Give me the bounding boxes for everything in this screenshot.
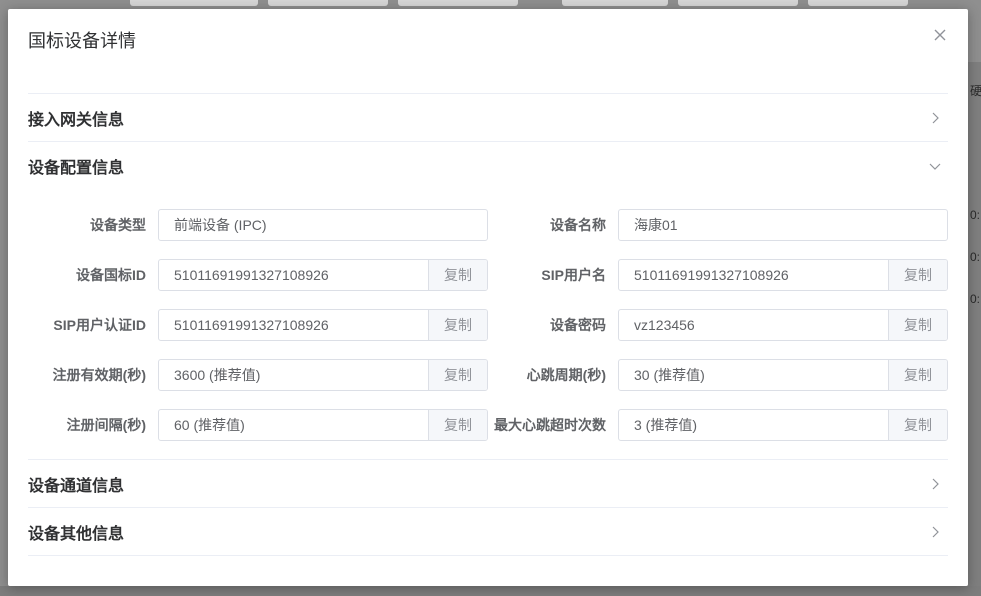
- chevron-down-icon: [929, 163, 941, 170]
- copy-sip-auth-id-button[interactable]: 复制: [428, 310, 487, 340]
- sip-user-input-wrap: 复制: [618, 259, 948, 291]
- gb-id-input-wrap: 复制: [158, 259, 488, 291]
- reg-expiry-input[interactable]: [159, 360, 428, 390]
- section-other-title: 设备其他信息: [28, 525, 125, 543]
- field-device-type: 设备类型: [28, 209, 488, 241]
- section-other: 设备其他信息: [28, 507, 948, 556]
- section-gateway-header[interactable]: 接入网关信息: [28, 94, 948, 141]
- device-type-input[interactable]: [159, 210, 487, 240]
- field-gb-id: 设备国标ID 复制: [28, 259, 488, 291]
- heartbeat-input[interactable]: [619, 360, 888, 390]
- section-gateway: 接入网关信息: [28, 93, 948, 141]
- copy-gb-id-button[interactable]: 复制: [428, 260, 487, 290]
- field-password: 设备密码 复制: [488, 309, 948, 341]
- bg-toolbar-segment: [130, 0, 258, 6]
- copy-reg-interval-button[interactable]: 复制: [428, 410, 487, 440]
- device-name-input[interactable]: [619, 210, 947, 240]
- section-channel: 设备通道信息: [28, 459, 948, 507]
- device-name-input-wrap: [618, 209, 948, 241]
- field-label: 设备名称: [550, 217, 606, 233]
- chevron-right-icon: [932, 526, 939, 537]
- field-label: SIP用户名: [541, 267, 606, 283]
- bg-table-header-text: 硬: [970, 84, 981, 98]
- field-device-name: 设备名称: [488, 209, 948, 241]
- bg-table-cell-text: 0:: [970, 250, 981, 264]
- bg-footer: [0, 586, 981, 596]
- close-icon[interactable]: [932, 27, 948, 43]
- field-label: 设备密码: [550, 317, 606, 333]
- password-input-wrap: 复制: [618, 309, 948, 341]
- field-heartbeat: 心跳周期(秒) 复制: [488, 359, 948, 391]
- bg-table-cell-text: 0:: [970, 208, 981, 222]
- sip-auth-id-input-wrap: 复制: [158, 309, 488, 341]
- section-other-header[interactable]: 设备其他信息: [28, 508, 948, 555]
- field-max-timeout: 最大心跳超时次数 复制: [488, 409, 948, 441]
- chevron-right-icon: [932, 478, 939, 489]
- copy-sip-user-button[interactable]: 复制: [888, 260, 947, 290]
- copy-password-button[interactable]: 复制: [888, 310, 947, 340]
- field-label: 注册间隔(秒): [66, 417, 146, 433]
- section-config-header[interactable]: 设备配置信息: [28, 142, 948, 189]
- sip-auth-id-input[interactable]: [159, 310, 428, 340]
- section-config-title: 设备配置信息: [28, 159, 125, 177]
- sip-user-input[interactable]: [619, 260, 888, 290]
- field-label: SIP用户认证ID: [53, 317, 146, 333]
- reg-interval-input[interactable]: [159, 410, 428, 440]
- copy-max-timeout-button[interactable]: 复制: [888, 410, 947, 440]
- max-timeout-input-wrap: 复制: [618, 409, 948, 441]
- bg-table-cell-text: 0:: [970, 292, 981, 306]
- bg-toolbar-segment: [562, 0, 668, 6]
- field-label: 注册有效期(秒): [52, 367, 146, 383]
- field-label: 设备类型: [90, 217, 146, 233]
- bg-toolbar-segment: [808, 0, 908, 6]
- field-label: 设备国标ID: [76, 267, 146, 283]
- copy-heartbeat-button[interactable]: 复制: [888, 360, 947, 390]
- gb-id-input[interactable]: [159, 260, 428, 290]
- section-config: 设备配置信息: [28, 141, 948, 189]
- bg-toolbar-segment: [678, 0, 798, 6]
- section-channel-header[interactable]: 设备通道信息: [28, 460, 948, 507]
- heartbeat-input-wrap: 复制: [618, 359, 948, 391]
- field-label: 最大心跳超时次数: [494, 417, 606, 433]
- bg-table-edge: [968, 62, 981, 596]
- section-channel-title: 设备通道信息: [28, 477, 125, 495]
- reg-expiry-input-wrap: 复制: [158, 359, 488, 391]
- bg-toolbar-segment: [268, 0, 388, 6]
- reg-interval-input-wrap: 复制: [158, 409, 488, 441]
- section-gateway-title: 接入网关信息: [28, 111, 125, 129]
- dialog-title: 国标设备详情: [28, 31, 136, 51]
- chevron-right-icon: [932, 112, 939, 123]
- bg-toolbar-segment: [398, 0, 518, 6]
- field-sip-user: SIP用户名 复制: [488, 259, 948, 291]
- field-sip-auth-id: SIP用户认证ID 复制: [28, 309, 488, 341]
- device-type-input-wrap: [158, 209, 488, 241]
- max-timeout-input[interactable]: [619, 410, 888, 440]
- copy-reg-expiry-button[interactable]: 复制: [428, 360, 487, 390]
- field-label: 心跳周期(秒): [526, 367, 606, 383]
- field-reg-interval: 注册间隔(秒) 复制: [28, 409, 488, 441]
- device-detail-dialog: 国标设备详情 接入网关信息 设备配置信息 设备类型 设备国标ID 复制 SIP用…: [8, 9, 968, 586]
- password-input[interactable]: [619, 310, 888, 340]
- field-reg-expiry: 注册有效期(秒) 复制: [28, 359, 488, 391]
